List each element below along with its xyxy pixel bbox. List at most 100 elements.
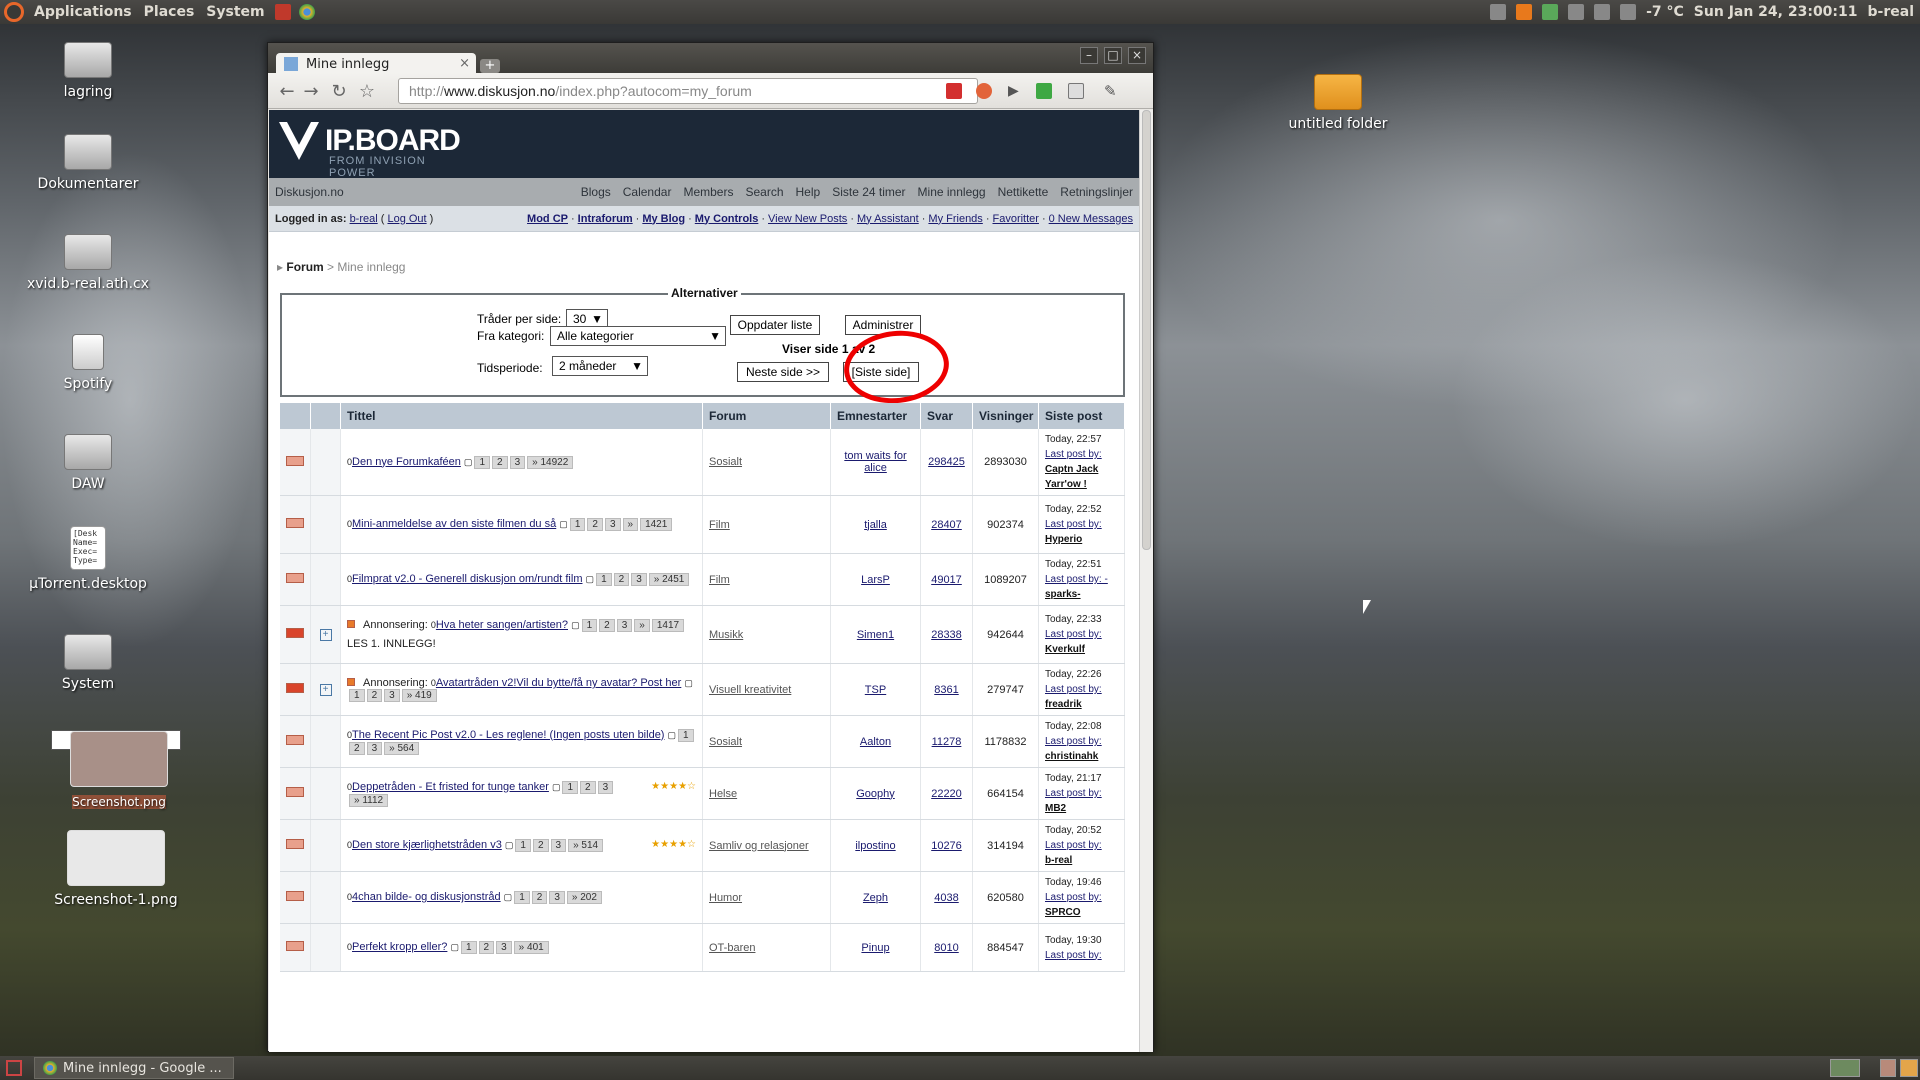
my-friends-link[interactable]: My Friends: [928, 213, 982, 225]
forum-link[interactable]: Helse: [709, 788, 737, 800]
vertical-scrollbar[interactable]: [1139, 110, 1153, 1052]
last-post-link[interactable]: Last post by:: [1045, 684, 1102, 695]
terminal-launcher-icon[interactable]: [274, 4, 291, 20]
replies-link[interactable]: 22220: [931, 788, 962, 800]
page-link[interactable]: 1: [349, 689, 365, 702]
clock[interactable]: Sun Jan 24, 23:00:11: [1694, 4, 1858, 20]
forward-icon[interactable]: →: [300, 81, 322, 103]
forum-link[interactable]: Samliv og relasjoner: [709, 840, 809, 852]
logout-link[interactable]: Log Out: [387, 213, 426, 225]
wrench-icon[interactable]: ✎: [1104, 83, 1120, 99]
page-link[interactable]: 3: [366, 741, 383, 755]
page-link[interactable]: 3: [631, 573, 647, 586]
topic-link[interactable]: The Recent Pic Post v2.0 - Les reglene! …: [352, 729, 664, 741]
chrome-launcher-icon[interactable]: [298, 4, 315, 20]
replies-link[interactable]: 8010: [934, 942, 958, 954]
last-poster-link[interactable]: freadrik: [1045, 699, 1082, 710]
forum-link[interactable]: OT-baren: [709, 942, 755, 954]
page-link[interactable]: 1: [569, 518, 586, 531]
my-blog-link[interactable]: My Blog: [642, 213, 685, 225]
page-link[interactable]: 3: [597, 780, 614, 794]
minimize-button[interactable]: –: [1080, 47, 1098, 64]
topic-link[interactable]: Den nye Forumkaféen: [352, 456, 461, 468]
sync-extension-icon[interactable]: [1036, 83, 1052, 99]
starter-link[interactable]: Zeph: [863, 892, 888, 904]
pages-icon[interactable]: ▢: [464, 457, 473, 467]
site-home-link[interactable]: Diskusjon.no: [275, 185, 344, 199]
col-emnestarter[interactable]: Emnestarter: [830, 403, 921, 429]
nav-nettikette[interactable]: Nettikette: [998, 185, 1049, 199]
page-link[interactable]: 3: [496, 941, 512, 954]
col-visninger[interactable]: Visninger: [972, 403, 1039, 429]
page-link[interactable]: 2: [532, 839, 549, 852]
menu-system[interactable]: System: [200, 0, 270, 24]
network-icon[interactable]: [1594, 4, 1611, 20]
next-page-button[interactable]: Neste side >>: [737, 362, 829, 382]
bookmark-star-icon[interactable]: ☆: [356, 81, 378, 103]
starter-link[interactable]: Aalton: [860, 736, 891, 748]
desktop-icon-screenshot[interactable]: Screenshot.png: [51, 730, 181, 809]
starter-link[interactable]: Goophy: [856, 788, 895, 800]
page-link[interactable]: 3: [384, 689, 400, 702]
page-link[interactable]: 1: [460, 941, 477, 954]
desktop-icon-system[interactable]: System: [23, 634, 153, 692]
taskbar-window-button[interactable]: Mine innlegg - Google ...: [34, 1057, 234, 1079]
replies-link[interactable]: 8361: [934, 684, 958, 696]
desktop-icon-dokumentarer[interactable]: Dokumentarer: [23, 134, 153, 192]
intraforum-link[interactable]: Intraforum: [578, 213, 633, 225]
workspace-switcher-2[interactable]: [1880, 1059, 1896, 1077]
starter-link[interactable]: tjalla: [864, 519, 887, 531]
volume-icon[interactable]: [1568, 4, 1585, 20]
page-link[interactable]: 1421: [640, 518, 673, 531]
forum-link[interactable]: Sosialt: [709, 456, 742, 468]
col-siste-post[interactable]: Siste post: [1038, 403, 1125, 429]
col-svar[interactable]: Svar: [920, 403, 973, 429]
col-tittel[interactable]: Tittel: [340, 403, 703, 429]
close-tab-icon[interactable]: ×: [459, 56, 470, 71]
page-link[interactable]: 3: [550, 839, 567, 852]
nav-search[interactable]: Search: [745, 185, 783, 199]
last-post-link[interactable]: Last post by:: [1045, 892, 1102, 903]
page-link[interactable]: » 202: [566, 891, 602, 904]
page-link[interactable]: 3: [616, 619, 633, 632]
nav-mine-innlegg[interactable]: Mine innlegg: [918, 185, 986, 199]
page-link[interactable]: 1: [596, 573, 612, 586]
update-icon[interactable]: [1542, 4, 1559, 20]
starter-link[interactable]: TSP: [865, 684, 886, 696]
page-link[interactable]: » 1112: [349, 793, 389, 807]
nav-help[interactable]: Help: [796, 185, 821, 199]
desktop-icon-xvid[interactable]: xvid.b-real.ath.cx: [23, 234, 153, 292]
pages-icon[interactable]: ▢: [505, 840, 514, 850]
vlc-icon[interactable]: [1516, 4, 1533, 20]
page-link[interactable]: 3: [509, 455, 526, 469]
page-link[interactable]: 2: [580, 780, 596, 794]
last-post-link[interactable]: Last post by: -: [1045, 574, 1108, 585]
pages-icon[interactable]: ▢: [684, 678, 693, 688]
my-controls-link[interactable]: My Controls: [695, 213, 759, 225]
col-forum[interactable]: Forum: [702, 403, 831, 429]
mail-icon[interactable]: [1620, 4, 1637, 20]
topic-link[interactable]: 4chan bilde- og diskusjonstråd: [352, 891, 501, 903]
last-post-link[interactable]: Last post by:: [1045, 736, 1102, 747]
page-link[interactable]: 2: [492, 455, 508, 469]
page-link[interactable]: » 2451: [648, 573, 690, 586]
tab-mine-innlegg[interactable]: Mine innlegg ×: [276, 53, 476, 75]
scrollbar-thumb[interactable]: [1142, 110, 1151, 550]
last-poster-link[interactable]: christinahk: [1045, 751, 1098, 762]
desktop-icon-daw[interactable]: DAW: [23, 434, 153, 492]
nav-calendar[interactable]: Calendar: [623, 185, 672, 199]
expand-icon[interactable]: +: [319, 629, 332, 641]
pages-icon[interactable]: ▢: [571, 620, 580, 630]
new-messages-link[interactable]: 0 New Messages: [1049, 213, 1133, 225]
user-menu[interactable]: b-real: [1868, 4, 1914, 20]
page-link[interactable]: » 419: [401, 689, 437, 702]
ubuntu-logo-icon[interactable]: [4, 2, 24, 22]
last-poster-link[interactable]: sparks-: [1045, 589, 1081, 600]
desktop-icon-spotify[interactable]: Spotify: [23, 334, 153, 392]
page-link[interactable]: »: [622, 518, 639, 531]
page-link[interactable]: 2: [366, 689, 383, 702]
title-bar[interactable]: Mine innlegg × + – □ ×: [268, 43, 1153, 75]
pages-icon[interactable]: ▢: [559, 519, 568, 529]
username-link[interactable]: b-real: [350, 213, 378, 225]
forum-link[interactable]: Film: [709, 519, 730, 531]
